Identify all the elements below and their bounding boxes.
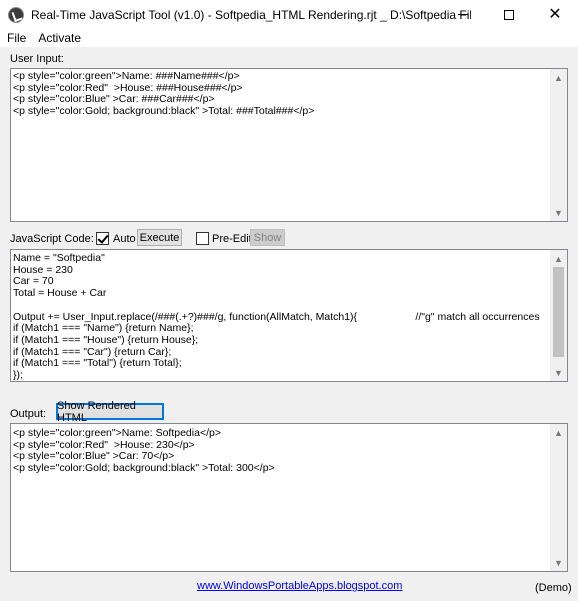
minimize-icon [458,14,468,15]
close-button[interactable]: ✕ [532,0,578,29]
output-label: Output: [10,408,47,420]
output-scrollbar[interactable]: ▲ ▼ [550,424,567,571]
scroll-down-icon[interactable]: ▼ [550,204,567,221]
user-input-textarea[interactable]: <p style="color:green">Name: ###Name###<… [10,68,568,222]
app-icon [8,6,24,23]
maximize-icon [504,9,514,20]
demo-label: (Demo) [535,582,572,594]
scroll-up-icon[interactable]: ▲ [550,424,567,441]
minimize-button[interactable] [440,0,486,29]
window-controls: ✕ [440,0,578,29]
scroll-up-icon[interactable]: ▲ [550,69,567,86]
preedit-checkbox[interactable] [196,232,209,245]
window-title: Real-Time JavaScript Tool (v1.0) - Softp… [31,7,471,22]
user-input-label: User Input: [10,53,64,65]
user-input-text: <p style="color:green">Name: ###Name###<… [13,71,315,118]
js-code-text: Name = "Softpedia" House = 230 Car = 70 … [13,253,540,382]
show-rendered-html-button[interactable]: Show Rendered HTML [56,400,164,424]
scroll-down-icon[interactable]: ▼ [550,554,567,571]
js-code-scrollbar[interactable]: ▲ ▼ [550,250,567,381]
close-icon: ✕ [548,5,562,23]
auto-label: Auto [113,233,136,245]
output-textarea[interactable]: <p style="color:green">Name: Softpedia</… [10,423,568,572]
scroll-up-icon[interactable]: ▲ [550,250,567,267]
title-bar: Real-Time JavaScript Tool (v1.0) - Softp… [0,0,578,29]
menu-activate[interactable]: Activate [32,31,87,45]
scroll-down-icon[interactable]: ▼ [550,364,567,381]
js-code-scroll-thumb[interactable] [553,267,564,357]
output-text: <p style="color:green">Name: Softpedia</… [13,428,275,475]
menu-bar: File Activate [0,29,578,47]
menu-file[interactable]: File [0,31,32,45]
show-button[interactable]: Show [250,229,285,246]
js-code-textarea[interactable]: Name = "Softpedia" House = 230 Car = 70 … [10,249,568,382]
execute-button[interactable]: Execute [137,229,182,246]
website-link[interactable]: www.WindowsPortableApps.blogspot.com [197,580,402,592]
js-code-label: JavaScript Code: [10,233,94,245]
preedit-label: Pre-Edit [212,233,252,245]
auto-checkbox[interactable] [96,232,109,245]
maximize-button[interactable] [486,0,532,29]
user-input-scrollbar[interactable]: ▲ ▼ [550,69,567,221]
